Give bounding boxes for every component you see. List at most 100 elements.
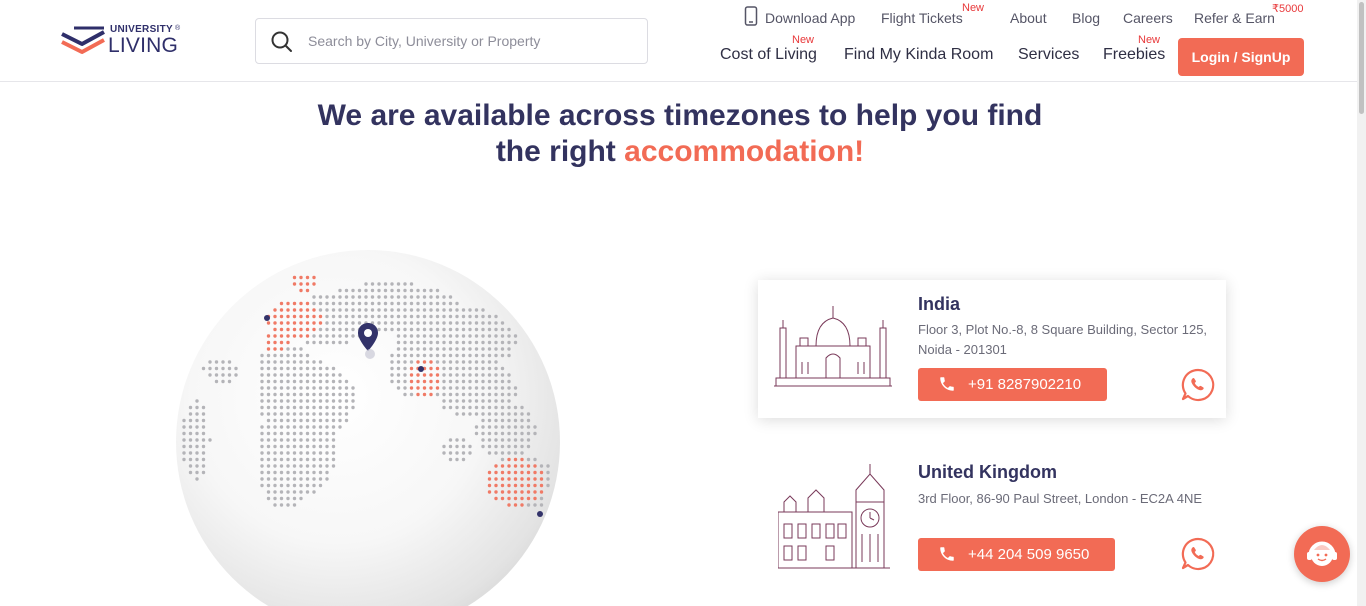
map-dot (429, 334, 433, 338)
map-dot (338, 288, 342, 293)
heading-line-2: the right accommodation! (0, 134, 1360, 170)
map-dot (461, 340, 466, 345)
search-box[interactable] (255, 18, 648, 64)
map-dot (448, 438, 453, 442)
map-dot (260, 360, 264, 364)
map-dot-highlight (487, 490, 492, 494)
page-scrollbar[interactable] (1357, 0, 1366, 606)
cost-of-living-link[interactable]: Cost of Living (720, 46, 817, 64)
phone-icon (940, 377, 954, 391)
search-input[interactable] (308, 19, 638, 63)
map-dot (435, 327, 440, 332)
map-dot (331, 314, 336, 319)
map-dot-highlight (305, 334, 310, 338)
map-dot (442, 399, 446, 403)
map-dot (266, 392, 271, 397)
map-dot (442, 347, 446, 351)
map-dot (500, 321, 505, 325)
map-dot (526, 438, 531, 442)
map-dot (403, 301, 407, 306)
map-dot (448, 457, 453, 462)
map-dot (507, 392, 511, 397)
map-dot (435, 347, 440, 351)
map-dot (292, 444, 297, 449)
map-dot (318, 392, 323, 397)
map-dot (481, 314, 485, 319)
map-dot (299, 496, 303, 501)
map-dot (461, 334, 466, 338)
map-dot (338, 295, 342, 299)
map-dot (487, 418, 492, 423)
map-dot (455, 451, 459, 455)
about-link[interactable]: About (1010, 10, 1047, 26)
map-dot (266, 451, 271, 455)
map-dot (208, 360, 212, 364)
map-dot (331, 405, 336, 410)
map-dot (487, 425, 492, 429)
map-dot (442, 373, 446, 377)
whatsapp-icon[interactable] (1181, 368, 1215, 402)
map-dot-highlight (500, 483, 505, 488)
whatsapp-icon[interactable] (1181, 537, 1215, 571)
map-dot (188, 438, 193, 442)
map-dot (325, 412, 329, 416)
map-dot (494, 379, 498, 384)
map-dot (494, 353, 498, 358)
map-dot (331, 451, 336, 455)
careers-link[interactable]: Careers (1123, 10, 1173, 26)
map-dot (422, 347, 427, 351)
map-dot (403, 373, 407, 377)
map-dot (409, 308, 414, 312)
find-my-kinda-room-link[interactable]: Find My Kinda Room (844, 46, 993, 64)
map-dot-highlight (409, 366, 414, 371)
map-dot (286, 444, 290, 449)
call-india-button[interactable]: +91 8287902210 (918, 368, 1107, 401)
map-dot (448, 444, 453, 449)
map-dot-highlight (494, 490, 498, 494)
map-dot (331, 438, 336, 442)
map-dot (344, 288, 349, 293)
flight-tickets-link[interactable]: Flight Tickets (881, 10, 963, 26)
map-dot (448, 347, 453, 351)
map-dot (312, 366, 316, 371)
map-dot (507, 444, 511, 449)
blog-link[interactable]: Blog (1072, 10, 1100, 26)
map-dot (331, 321, 336, 325)
map-dot-highlight (312, 321, 316, 325)
map-dot (526, 425, 531, 429)
map-dot (396, 334, 401, 338)
chat-support-button[interactable] (1294, 526, 1350, 582)
map-dot (390, 282, 394, 286)
map-dot-highlight (422, 392, 427, 397)
map-dot (234, 366, 238, 371)
map-dot (481, 444, 485, 449)
services-link[interactable]: Services (1018, 46, 1079, 64)
login-signup-button[interactable]: Login / SignUp (1178, 38, 1304, 76)
university-living-logo[interactable]: UNIVERSITY LIVING ® (60, 22, 184, 62)
map-dot (266, 464, 271, 468)
download-app-link[interactable]: Download App (765, 10, 855, 26)
map-dot (396, 301, 401, 306)
map-dot (338, 386, 342, 390)
map-dot (273, 386, 277, 390)
search-icon[interactable] (270, 30, 294, 54)
freebies-link[interactable]: Freebies (1103, 46, 1165, 64)
map-dot-highlight (526, 490, 531, 494)
refer-earn-link[interactable]: Refer & Earn (1194, 10, 1275, 26)
map-dot (286, 360, 290, 364)
map-dot (396, 366, 401, 371)
call-uk-button[interactable]: +44 204 509 9650 (918, 538, 1115, 571)
office-country-uk: United Kingdom (918, 462, 1057, 482)
map-dot (286, 470, 290, 475)
map-dot (474, 340, 479, 345)
map-dot-highlight (526, 464, 531, 468)
map-dot (513, 405, 518, 410)
map-dot (468, 451, 472, 455)
map-dot (221, 366, 225, 371)
map-dot (188, 418, 193, 423)
map-dot (487, 334, 492, 338)
map-dot (266, 483, 271, 488)
map-dot-highlight (520, 464, 524, 468)
map-dot (403, 321, 407, 325)
map-dot (325, 470, 329, 475)
